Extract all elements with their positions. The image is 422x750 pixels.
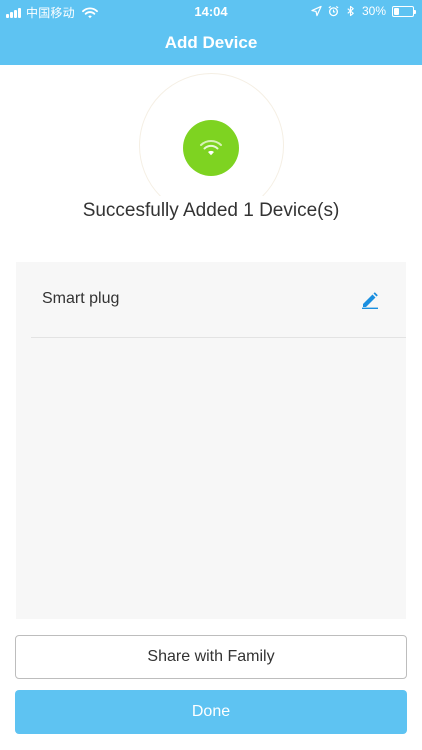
device-name: Smart plug (42, 290, 120, 307)
wifi-icon (200, 140, 222, 156)
pencil-icon (362, 292, 378, 309)
page-title: Add Device (164, 33, 258, 52)
status-bar-right: 30% (311, 4, 416, 18)
edit-device-name-button[interactable] (357, 287, 383, 313)
success-badge (183, 120, 239, 176)
share-with-family-button[interactable]: Share with Family (15, 635, 407, 679)
battery-percent: 30% (361, 4, 386, 18)
success-message: Succesfully Added 1 Device(s) (82, 200, 340, 221)
add-device-screen: 中国移动 14:04 30% Add Device Succesfully Ad… (0, 0, 422, 750)
done-button[interactable]: Done (15, 690, 407, 734)
battery-icon (392, 5, 416, 17)
row-divider (31, 337, 406, 338)
device-list-panel: Smart plug (16, 262, 406, 619)
status-bar: 中国移动 14:04 30% (0, 0, 422, 22)
location-icon (311, 5, 322, 17)
header: 中国移动 14:04 30% Add Device (0, 0, 422, 65)
alarm-icon (328, 5, 339, 17)
device-row[interactable]: Smart plug (16, 262, 406, 337)
battery-fill (394, 7, 399, 15)
bluetooth-icon (347, 5, 354, 17)
